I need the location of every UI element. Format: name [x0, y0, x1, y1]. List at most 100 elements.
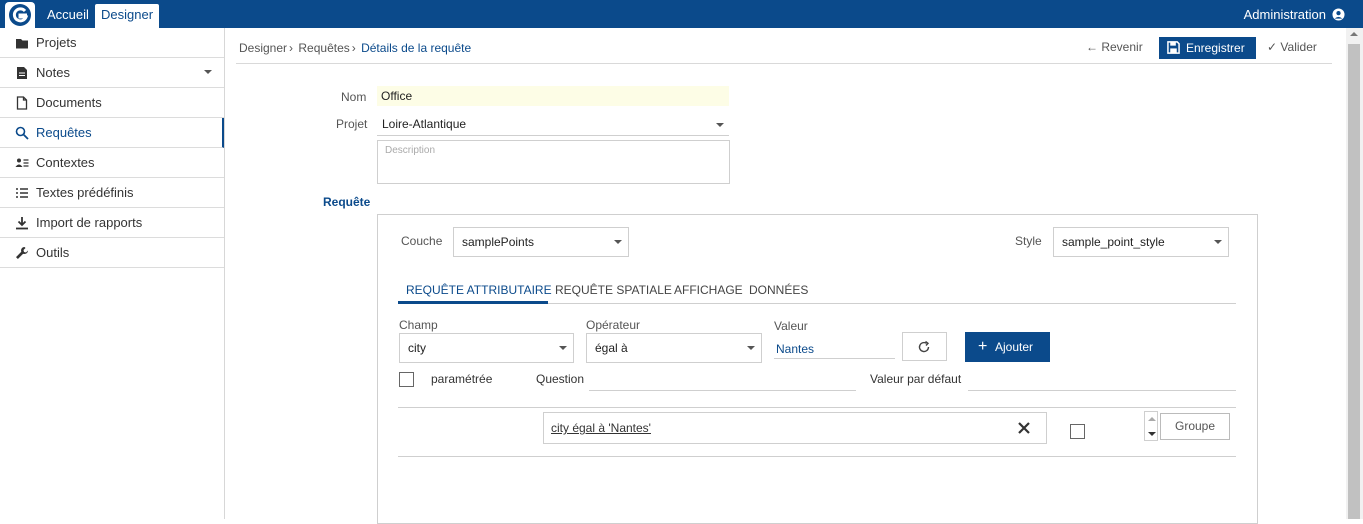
arrow-left-icon: ← — [1086, 40, 1098, 54]
validate-label: Valider — [1280, 40, 1317, 54]
top-bar: Accueil Designer Administration — [0, 0, 1363, 28]
back-label: Revenir — [1101, 40, 1143, 54]
chevron-down-icon — [559, 346, 567, 350]
sidebar-item-label: Textes prédéfinis — [36, 185, 134, 200]
document-icon — [16, 96, 28, 110]
breadcrumb-requetes[interactable]: Requêtes — [298, 41, 349, 55]
nav-accueil[interactable]: Accueil — [41, 4, 95, 28]
condition-text[interactable]: city égal à 'Nantes' — [551, 421, 651, 435]
back-button[interactable]: ← Revenir — [1086, 40, 1143, 54]
conditions-top-divider — [398, 407, 1236, 408]
field-select[interactable]: city — [399, 333, 574, 363]
value-label: Valeur — [774, 319, 808, 333]
refresh-icon — [918, 340, 930, 353]
name-input[interactable]: Office — [377, 86, 729, 106]
sidebar-item-documents[interactable]: Documents — [0, 88, 224, 118]
contexts-icon — [15, 158, 29, 167]
sidebar-item-notes[interactable]: Notes — [0, 58, 224, 88]
add-button[interactable]: + Ajouter — [965, 332, 1050, 362]
scrollbar-thumb[interactable] — [1348, 44, 1360, 519]
group-spinner[interactable] — [1144, 411, 1158, 441]
sidebar-item-contextes[interactable]: Contextes — [0, 148, 224, 178]
default-value-input[interactable] — [968, 371, 1236, 391]
condition-checkbox[interactable] — [1070, 424, 1085, 439]
list-icon — [16, 188, 28, 198]
chevron-down-icon — [716, 123, 724, 127]
condition-item[interactable]: city égal à 'Nantes' — [543, 412, 1047, 444]
sidebar-item-label: Projets — [36, 35, 77, 50]
group-button[interactable]: Groupe — [1160, 413, 1230, 440]
project-value: Loire-Atlantique — [382, 117, 467, 131]
tab-attribute-query[interactable]: REQUÊTE ATTRIBUTAIRE — [406, 283, 552, 297]
close-icon[interactable] — [1018, 422, 1030, 434]
question-label: Question — [536, 372, 585, 386]
query-panel — [377, 214, 1258, 524]
refresh-button[interactable] — [902, 332, 947, 361]
operator-label: Opérateur — [586, 318, 641, 332]
chevron-down-icon — [747, 346, 755, 350]
active-tab-indicator — [398, 301, 548, 304]
header-divider — [236, 63, 1332, 64]
sidebar-item-label: Outils — [36, 245, 70, 260]
wrench-icon — [16, 247, 28, 259]
chevron-down-icon — [614, 240, 622, 244]
description-placeholder: Description — [385, 145, 436, 156]
project-select[interactable]: Loire-Atlantique — [377, 114, 729, 136]
field-label: Champ — [399, 318, 438, 332]
name-label: Nom — [341, 90, 367, 104]
note-icon — [17, 67, 27, 79]
default-value-label: Valeur par défaut — [870, 372, 962, 386]
tab-data[interactable]: DONNÉES — [749, 283, 808, 297]
check-icon: ✓ — [1267, 40, 1278, 54]
sidebar-item-label: Notes — [36, 65, 70, 80]
parametered-checkbox[interactable] — [399, 372, 414, 387]
spinner-down-icon[interactable] — [1148, 432, 1156, 436]
plus-icon: + — [978, 338, 988, 355]
description-textarea[interactable]: Description — [377, 140, 730, 184]
spinner-up-icon[interactable] — [1148, 417, 1156, 421]
sidebar-item-import-rapports[interactable]: Import de rapports — [0, 208, 224, 238]
sidebar-item-label: Import de rapports — [36, 215, 143, 230]
sidebar-item-projets[interactable]: Projets — [0, 28, 224, 58]
chevron-down-icon — [1214, 240, 1222, 244]
operator-value: égal à — [595, 341, 628, 355]
user-icon[interactable] — [1332, 8, 1345, 21]
parametered-label: paramétrée — [431, 372, 493, 386]
sidebar-item-requetes[interactable]: Requêtes — [0, 118, 224, 148]
sidebar-item-textes-predefinis[interactable]: Textes prédéfinis — [0, 178, 224, 208]
breadcrumb-designer[interactable]: Designer — [239, 41, 287, 55]
nav-designer[interactable]: Designer — [95, 4, 160, 28]
sidebar-item-label: Documents — [36, 95, 102, 110]
app-logo[interactable] — [5, 2, 35, 28]
sidebar-item-outils[interactable]: Outils — [0, 238, 224, 268]
scroll-up-icon[interactable] — [1350, 32, 1358, 36]
chevron-down-icon — [204, 70, 212, 74]
question-input[interactable] — [589, 371, 856, 391]
value-input[interactable]: Nantes — [774, 340, 895, 359]
style-value: sample_point_style — [1062, 235, 1165, 249]
field-value: city — [408, 341, 426, 355]
tab-display[interactable]: AFFICHAGE — [674, 283, 743, 297]
download-icon — [16, 217, 28, 230]
breadcrumb: Designer › Requêtes › Détails de la requêt… — [239, 41, 472, 55]
administration-link[interactable]: Administration — [1244, 7, 1326, 22]
style-select[interactable]: sample_point_style — [1053, 227, 1229, 257]
save-label: Enregistrer — [1186, 41, 1245, 55]
add-label: Ajouter — [995, 340, 1034, 354]
validate-button[interactable]: ✓ Valider — [1267, 40, 1317, 54]
save-icon — [1167, 41, 1180, 54]
style-label: Style — [1015, 234, 1042, 248]
project-label: Projet — [336, 117, 368, 131]
layer-select[interactable]: samplePoints — [453, 227, 629, 257]
sidebar-item-label: Contextes — [36, 155, 95, 170]
tab-spatial-query[interactable]: REQUÊTE SPATIALE — [555, 283, 672, 297]
operator-select[interactable]: égal à — [586, 333, 762, 363]
layer-value: samplePoints — [462, 235, 535, 249]
folder-icon — [16, 39, 28, 49]
sidebar-item-label: Requêtes — [36, 125, 92, 140]
save-button[interactable]: Enregistrer — [1159, 37, 1256, 59]
search-icon — [15, 126, 29, 140]
sidebar: Projets Notes Documents Requêtes Context… — [0, 28, 225, 519]
conditions-bottom-divider — [398, 456, 1236, 457]
query-section-title: Requête — [323, 195, 371, 209]
